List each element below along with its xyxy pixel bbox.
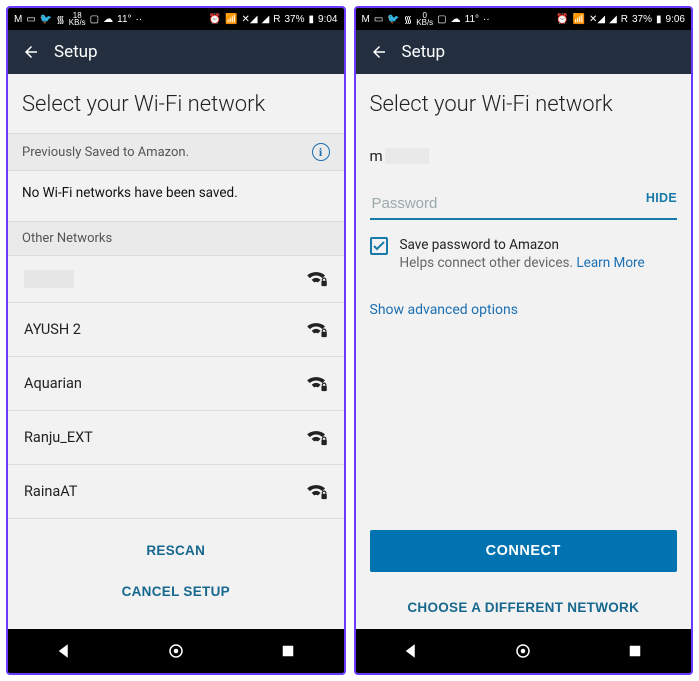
network-name: RainaAT (24, 483, 77, 500)
no-signal-icon: ✕◢ (589, 14, 605, 25)
nav-recent-icon[interactable] (626, 642, 644, 660)
battery-percent: 37% (285, 14, 305, 25)
password-input[interactable] (370, 189, 678, 220)
connect-button[interactable]: CONNECT (370, 530, 678, 572)
roaming-indicator: R (621, 14, 628, 25)
signal-icon: ◢ (609, 14, 617, 25)
status-bar: M ▭ 🐦 ᯾ 18KB/s ▢ ☁ 11° ·· ⏰ 📶 ✕◢ ◢ R 37%… (8, 8, 344, 30)
page-title: Select your Wi-Fi network (8, 74, 344, 133)
alarm-icon: ⏰ (209, 14, 221, 25)
android-navbar (8, 629, 344, 673)
hide-button[interactable]: HIDE (646, 191, 677, 205)
wifi-icon: 📶 (573, 14, 585, 25)
learn-more-link[interactable]: Learn More (576, 255, 644, 271)
nav-back-icon[interactable] (402, 642, 420, 660)
network-row[interactable]: AYUSH 2 (8, 303, 344, 357)
gmail-icon: M (362, 14, 370, 25)
clock: 9:04 (318, 14, 337, 25)
temperature: 11° (117, 14, 131, 25)
nav-recent-icon[interactable] (279, 642, 297, 660)
network-row[interactable]: Ranju_EXT (8, 411, 344, 465)
empty-saved-message: No Wi-Fi networks have been saved. (8, 171, 344, 221)
save-password-checkbox[interactable] (370, 237, 388, 255)
status-bar: M ▭ 🐦 ᯾ 0KB/s ▢ ☁ 11° ·· ⏰ 📶 ✕◢ ◢ R 37% … (356, 8, 692, 30)
wifi-lock-icon (306, 484, 328, 500)
save-password-label: Save password to Amazon (400, 237, 559, 253)
rescan-button[interactable]: RESCAN (136, 533, 215, 568)
wifi-lock-icon (306, 322, 328, 338)
network-row[interactable]: RainaAT (8, 465, 344, 519)
network-name-redacted (24, 270, 74, 288)
nav-home-icon[interactable] (167, 642, 185, 660)
page-title: Select your Wi-Fi network (356, 74, 692, 133)
nav-back-icon[interactable] (55, 642, 73, 660)
twitter-icon: 🐦 (387, 14, 399, 25)
app-bar-title: Setup (402, 42, 446, 62)
wifi-icon: 📶 (225, 14, 237, 25)
signal-icon: ◢ (262, 14, 270, 25)
network-name: AYUSH 2 (24, 321, 81, 338)
mustache-icon: ᯾ (404, 12, 413, 26)
ssid-row: m (356, 133, 692, 175)
left-screen: M ▭ 🐦 ᯾ 18KB/s ▢ ☁ 11° ·· ⏰ 📶 ✕◢ ◢ R 37%… (6, 6, 346, 675)
choose-different-button[interactable]: CHOOSE A DIFFERENT NETWORK (397, 590, 649, 625)
wifi-lock-icon (306, 376, 328, 392)
clock: 9:06 (666, 14, 685, 25)
no-signal-icon: ✕◢ (241, 14, 257, 25)
content-area: Select your Wi-Fi network Previously Sav… (8, 74, 344, 629)
twitter-icon: 🐦 (40, 14, 52, 25)
cancel-setup-button[interactable]: CANCEL SETUP (112, 574, 240, 609)
cloud-icon: ☁ (103, 14, 113, 25)
mustache-icon: ᯾ (56, 12, 65, 26)
save-password-text: Save password to Amazon Helps connect ot… (400, 236, 645, 272)
battery-icon: ▮ (309, 14, 315, 25)
data-speed: 0KB/s (416, 12, 433, 26)
wifi-lock-icon (306, 430, 328, 446)
network-name: Ranju_EXT (24, 429, 93, 446)
network-row[interactable]: Aquarian (8, 357, 344, 411)
ssid-prefix: m (370, 147, 383, 165)
back-icon[interactable] (22, 43, 40, 61)
app-bar: Setup (8, 30, 344, 74)
network-name: Aquarian (24, 375, 82, 392)
right-screen: M ▭ 🐦 ᯾ 0KB/s ▢ ☁ 11° ·· ⏰ 📶 ✕◢ ◢ R 37% … (354, 6, 694, 675)
section-other-label: Other Networks (22, 231, 112, 246)
image-icon: ▢ (437, 14, 446, 25)
image-icon: ▢ (90, 14, 99, 25)
nav-home-icon[interactable] (514, 642, 532, 660)
network-list: AYUSH 2 Aquarian Ranju_EXT RainaAT (8, 256, 344, 519)
section-saved-label: Previously Saved to Amazon. (22, 145, 189, 160)
alarm-icon: ⏰ (556, 14, 568, 25)
cloud-icon: ☁ (451, 14, 461, 25)
battery-icon: ▮ (656, 14, 662, 25)
network-row[interactable] (8, 256, 344, 303)
info-icon[interactable]: i (312, 143, 330, 161)
roaming-indicator: R (273, 14, 280, 25)
messenger-icon: ▭ (26, 14, 35, 25)
messenger-icon: ▭ (374, 14, 383, 25)
data-speed: 18KB/s (69, 12, 86, 26)
wifi-lock-icon (306, 271, 328, 287)
section-other-header: Other Networks (8, 221, 344, 256)
ssid-redacted (385, 148, 429, 164)
save-password-help: Helps connect other devices. (400, 255, 577, 271)
app-bar: Setup (356, 30, 692, 74)
app-bar-title: Setup (54, 42, 98, 62)
more-icon: ·· (136, 14, 143, 25)
content-area: Select your Wi-Fi network m HIDE Save pa… (356, 74, 692, 629)
gmail-icon: M (14, 14, 22, 25)
back-icon[interactable] (370, 43, 388, 61)
section-saved-header: Previously Saved to Amazon. i (8, 133, 344, 171)
android-navbar (356, 629, 692, 673)
battery-percent: 37% (632, 14, 652, 25)
temperature: 11° (465, 14, 479, 25)
more-icon: ·· (483, 14, 490, 25)
advanced-options-link[interactable]: Show advanced options (356, 272, 692, 318)
